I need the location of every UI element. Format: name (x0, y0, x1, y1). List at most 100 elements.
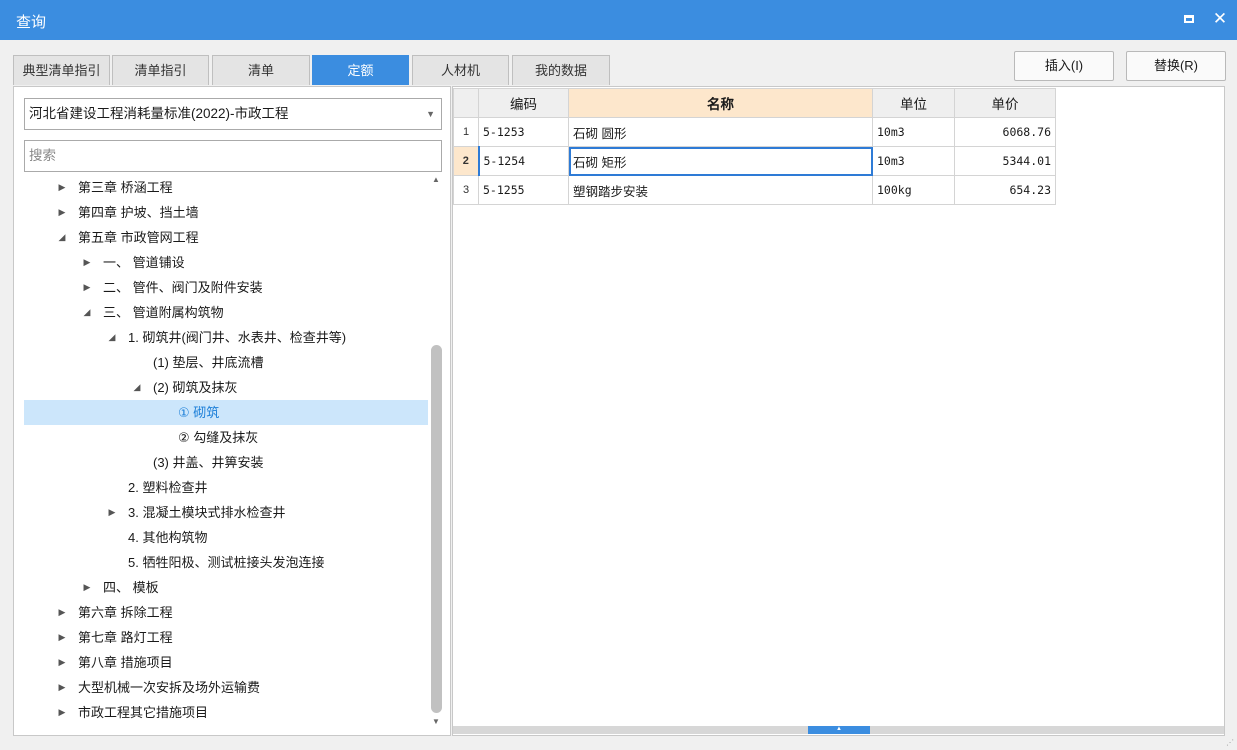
cell-code[interactable]: 5-1254 (477, 146, 569, 176)
cell-unit[interactable]: 100kg (872, 175, 955, 205)
tree-node[interactable]: ◢ 1. 砌筑井(阀门井、水表井、检查井等) (24, 325, 428, 350)
insert-button[interactable]: 插入(I) (1014, 51, 1114, 81)
tree-node[interactable]: ▶ 二、 管件、阀门及附件安装 (24, 275, 428, 300)
collapse-arrow-icon[interactable]: ◢ (131, 375, 143, 400)
row-number[interactable]: 2 (453, 146, 479, 176)
column-header-unit[interactable]: 单位 (872, 88, 955, 118)
table-row[interactable]: 1 5-1253 石砌 圆形 10m3 6068.76 (453, 117, 1056, 147)
tree-node-label: 第三章 桥涵工程 (78, 180, 173, 195)
tree-node[interactable]: ▶ 第六章 拆除工程 (24, 600, 428, 625)
quota-table: 编码 名称 单位 单价 1 5-1253 石砌 圆形 10m3 6068.76 … (453, 88, 1056, 205)
tree-node[interactable]: ▶ 第四章 护坡、挡土墙 (24, 200, 428, 225)
tree-node[interactable]: ▶ 第七章 路灯工程 (24, 625, 428, 650)
cell-unit[interactable]: 10m3 (872, 146, 955, 176)
tree-node[interactable]: ② 勾缝及抹灰 (24, 425, 428, 450)
collapse-arrow-icon[interactable]: ◢ (81, 300, 93, 325)
cell-code[interactable]: 5-1253 (478, 117, 569, 147)
resize-grip-icon[interactable]: ⋰ (1226, 738, 1236, 748)
cell-name[interactable]: 塑钢踏步安装 (568, 175, 873, 205)
tree-node[interactable]: ▶ 第三章 桥涵工程 (24, 175, 428, 200)
splitter-up-icon[interactable]: ▲ (808, 726, 870, 734)
expand-arrow-icon[interactable]: ▶ (56, 650, 68, 675)
tree-node[interactable]: 2. 塑料检查井 (24, 475, 428, 500)
cell-name[interactable]: 石砌 圆形 (568, 117, 873, 147)
tree-node-label: 5. 牺牲阳极、测试桩接头发泡连接 (128, 555, 325, 570)
tree-node-label: 第八章 措施项目 (78, 655, 173, 670)
tree-node-label: 第四章 护坡、挡土墙 (78, 205, 199, 220)
expand-arrow-icon[interactable]: ▶ (56, 200, 68, 225)
collapse-arrow-icon[interactable]: ◢ (56, 225, 68, 250)
expand-arrow-icon[interactable]: ▶ (56, 175, 68, 200)
scroll-up-icon[interactable]: ▲ (430, 175, 442, 185)
collapse-arrow-icon[interactable]: ◢ (106, 325, 118, 350)
tree-node[interactable]: ◢ (2) 砌筑及抹灰 (24, 375, 428, 400)
expand-arrow-icon[interactable]: ▶ (106, 500, 118, 525)
tree-node[interactable]: ▶ 市政工程其它措施项目 (24, 700, 428, 725)
tree-node-selected[interactable]: ① 砌筑 (24, 400, 428, 425)
tree-node-label: 4. 其他构筑物 (128, 530, 208, 545)
row-number[interactable]: 3 (453, 175, 479, 205)
cell-code[interactable]: 5-1255 (478, 175, 569, 205)
column-header-price[interactable]: 单价 (954, 88, 1056, 118)
tree-node[interactable]: 4. 其他构筑物 (24, 525, 428, 550)
tree-node-label: 第六章 拆除工程 (78, 605, 173, 620)
cell-price[interactable]: 5344.01 (954, 146, 1056, 176)
scroll-down-icon[interactable]: ▼ (430, 717, 442, 727)
tab-bill[interactable]: 清单 (212, 55, 310, 85)
tab-typical-bill-guide[interactable]: 典型清单指引 (13, 55, 110, 85)
tree-node-label: 一、 管道铺设 (103, 255, 185, 270)
tree-node[interactable]: ◢ 第五章 市政管网工程 (24, 225, 428, 250)
expand-arrow-icon[interactable]: ▶ (56, 600, 68, 625)
tab-my-data[interactable]: 我的数据 (512, 55, 610, 85)
expand-arrow-icon[interactable]: ▶ (56, 700, 68, 725)
cell-price[interactable]: 654.23 (954, 175, 1056, 205)
tree-node-label: 市政工程其它措施项目 (78, 705, 209, 720)
table-row[interactable]: 3 5-1255 塑钢踏步安装 100kg 654.23 (453, 175, 1056, 205)
tab-quota[interactable]: 定额 (312, 55, 409, 85)
maximize-button[interactable] (1181, 10, 1199, 28)
column-header-code[interactable]: 编码 (478, 88, 569, 118)
row-number-header (453, 88, 479, 118)
tree-node[interactable]: (1) 垫层、井底流槽 (24, 350, 428, 375)
tree-node-label: ② 勾缝及抹灰 (178, 430, 259, 445)
search-input[interactable]: 搜索 (24, 140, 442, 172)
tree-node-label: 3. 混凝土模块式排水检查井 (128, 505, 286, 520)
expand-arrow-icon[interactable]: ▶ (81, 275, 93, 300)
tree-node[interactable]: 5. 牺牲阳极、测试桩接头发泡连接 (24, 550, 428, 575)
table-row-current[interactable]: 2 5-1254 石砌 矩形 10m3 5344.01 (453, 146, 1056, 176)
close-button[interactable]: ✕ (1211, 10, 1229, 28)
expand-arrow-icon[interactable]: ▶ (81, 575, 93, 600)
title-bar: 查询 ✕ (0, 0, 1237, 40)
cell-unit[interactable]: 10m3 (872, 117, 955, 147)
tree-node-label: ① 砌筑 (178, 405, 220, 420)
quota-tree-panel: 河北省建设工程消耗量标准(2022)-市政工程 ▼ 搜索 ▶ 第三章 桥涵工程 … (13, 86, 451, 736)
row-number[interactable]: 1 (453, 117, 479, 147)
cell-name-focused[interactable]: 石砌 矩形 (568, 146, 873, 176)
quota-tree: ▶ 第三章 桥涵工程 ▶ 第四章 护坡、挡土墙 ◢ 第五章 市政管网工程 ▶ 一… (24, 175, 428, 725)
tree-node[interactable]: ▶ 大型机械一次安拆及场外运输费 (24, 675, 428, 700)
expand-arrow-icon[interactable]: ▶ (56, 675, 68, 700)
tree-node-label: 二、 管件、阀门及附件安装 (103, 280, 263, 295)
tree-node-label: 2. 塑料检查井 (128, 480, 208, 495)
column-header-name[interactable]: 名称 (568, 88, 873, 118)
tree-node[interactable]: ▶ 四、 模板 (24, 575, 428, 600)
table-header-row: 编码 名称 单位 单价 (453, 88, 1056, 118)
horizontal-splitter[interactable]: ▲ (453, 726, 1224, 734)
cell-price[interactable]: 6068.76 (954, 117, 1056, 147)
expand-arrow-icon[interactable]: ▶ (56, 625, 68, 650)
tree-scrollbar[interactable]: ▲ ▼ (430, 175, 442, 727)
tree-node[interactable]: ▶ 一、 管道铺设 (24, 250, 428, 275)
tree-node[interactable]: ▶ 3. 混凝土模块式排水检查井 (24, 500, 428, 525)
tree-node-label: 三、 管道附属构筑物 (103, 305, 224, 320)
tree-node[interactable]: (3) 井盖、井箅安装 (24, 450, 428, 475)
tree-node[interactable]: ▶ 第八章 措施项目 (24, 650, 428, 675)
replace-button[interactable]: 替换(R) (1126, 51, 1226, 81)
tree-node[interactable]: ◢ 三、 管道附属构筑物 (24, 300, 428, 325)
library-select[interactable]: 河北省建设工程消耗量标准(2022)-市政工程 ▼ (24, 98, 442, 130)
tab-labor-material-machine[interactable]: 人材机 (412, 55, 509, 85)
tab-bill-guide[interactable]: 清单指引 (112, 55, 209, 85)
scrollbar-thumb[interactable] (431, 345, 442, 713)
chevron-down-icon[interactable]: ▼ (426, 99, 435, 129)
expand-arrow-icon[interactable]: ▶ (81, 250, 93, 275)
library-select-value: 河北省建设工程消耗量标准(2022)-市政工程 (29, 106, 289, 121)
